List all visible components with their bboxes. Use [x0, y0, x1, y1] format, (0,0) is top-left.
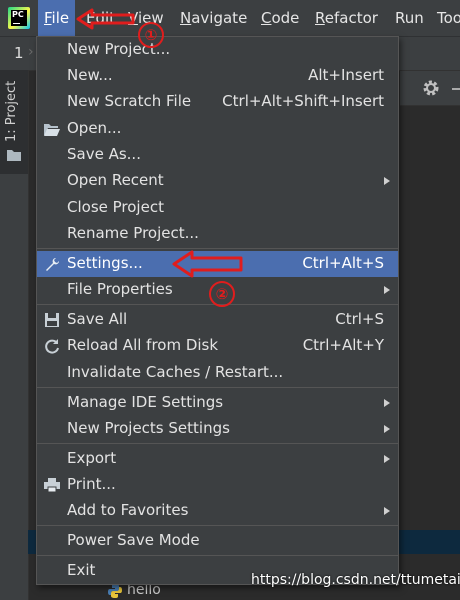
menu-row-close-project[interactable]: Close Project — [37, 195, 398, 221]
menu-separator — [37, 443, 398, 444]
submenu-arrow-icon — [384, 455, 390, 463]
file-menu-dropdown: New Project... New... Alt+Insert New Scr… — [36, 36, 399, 585]
submenu-arrow-icon — [384, 507, 390, 515]
submenu-arrow-icon — [384, 286, 390, 294]
menu-row-add-to-favorites[interactable]: Add to Favorites — [37, 498, 398, 524]
menu-separator — [37, 387, 398, 388]
menu-row-label: New Projects Settings — [67, 419, 230, 437]
submenu-arrow-icon — [384, 177, 390, 185]
menu-bar: PC File Edit View Navigate Code Refactor… — [0, 0, 460, 37]
menu-row-shortcut: Ctrl+Alt+S — [302, 254, 384, 272]
menu-row-label: File Properties — [67, 280, 173, 298]
menu-row-label: Reload All from Disk — [67, 336, 219, 354]
menu-row-label: Invalidate Caches / Restart... — [67, 363, 284, 381]
menu-separator — [37, 525, 398, 526]
annotation-arrow-icon — [172, 250, 243, 278]
gear-icon[interactable] — [422, 79, 440, 97]
menu-row-label: Exit — [67, 561, 96, 579]
submenu-arrow-icon — [384, 399, 390, 407]
menu-row-reload-all[interactable]: Reload All from Disk Ctrl+Alt+Y — [37, 333, 398, 359]
open-folder-icon — [44, 124, 60, 136]
breadcrumb-chevron-icon: › — [28, 44, 34, 60]
menu-row-label: Close Project — [67, 198, 164, 216]
project-tab-label: 1: Project — [4, 80, 19, 142]
menu-row-power-save-mode[interactable]: Power Save Mode — [37, 528, 398, 554]
menu-row-label: New Scratch File — [67, 92, 192, 110]
submenu-arrow-icon — [384, 425, 390, 433]
menu-separator — [37, 555, 398, 556]
printer-icon — [44, 478, 60, 493]
menu-row-label: Settings... — [67, 254, 143, 272]
menu-row-save-as[interactable]: Save As... — [37, 142, 398, 168]
menu-row-shortcut: Ctrl+Alt+Y — [302, 336, 384, 354]
menu-row-new-projects-settings[interactable]: New Projects Settings — [37, 416, 398, 442]
menu-row-shortcut: Ctrl+Alt+Shift+Insert — [222, 92, 384, 110]
menu-row-open[interactable]: Open... — [37, 116, 398, 142]
menu-row-label: Export — [67, 449, 117, 467]
menu-row-new-scratch-file[interactable]: New Scratch File Ctrl+Alt+Shift+Insert — [37, 89, 398, 115]
menu-row-export[interactable]: Export — [37, 446, 398, 472]
annotation-step-1-badge: ① — [138, 22, 164, 48]
menu-row-label: New... — [67, 66, 113, 84]
hide-panel-icon[interactable] — [452, 88, 460, 90]
reload-icon — [45, 339, 59, 354]
wrench-icon — [46, 258, 59, 271]
menu-row-shortcut: Ctrl+S — [335, 310, 384, 328]
menu-row-invalidate-caches[interactable]: Invalidate Caches / Restart... — [37, 360, 398, 386]
menu-code[interactable]: Code — [261, 0, 299, 36]
menu-row-label: Open Recent — [67, 171, 164, 189]
menu-file[interactable]: File — [38, 0, 76, 36]
menu-row-manage-ide-settings[interactable]: Manage IDE Settings — [37, 390, 398, 416]
menu-navigate[interactable]: Navigate — [180, 0, 247, 36]
watermark: https://blog.csdn.net/ttumetai — [251, 572, 460, 588]
menu-tools[interactable]: Too — [437, 0, 460, 36]
folder-icon — [7, 150, 21, 161]
menu-row-label: Open... — [67, 119, 122, 137]
annotation-step-2-badge: ② — [209, 281, 235, 307]
menu-row-save-all[interactable]: Save All Ctrl+S — [37, 307, 398, 333]
python-file-icon — [108, 584, 122, 598]
menu-row-label: Manage IDE Settings — [67, 393, 224, 411]
menu-row-label: Save As... — [67, 145, 141, 163]
menu-row-new[interactable]: New... Alt+Insert — [37, 63, 398, 89]
annotation-arrow-icon — [76, 8, 135, 30]
menu-row-label: Save All — [67, 310, 128, 328]
menu-row-label: Power Save Mode — [67, 531, 200, 549]
menu-row-rename-project[interactable]: Rename Project... — [37, 221, 398, 247]
menu-refactor[interactable]: Refactor — [315, 0, 378, 36]
pycharm-logo-icon[interactable]: PC — [8, 7, 30, 29]
menu-row-shortcut: Alt+Insert — [308, 66, 384, 84]
menu-row-label: Print... — [67, 475, 116, 493]
menu-run[interactable]: Run — [395, 0, 424, 36]
menu-row-new-project[interactable]: New Project... — [37, 37, 398, 63]
menu-separator — [37, 248, 398, 249]
menu-row-open-recent[interactable]: Open Recent — [37, 168, 398, 194]
menu-row-label: Rename Project... — [67, 224, 199, 242]
menu-row-label: Add to Favorites — [67, 501, 189, 519]
menu-row-print[interactable]: Print... — [37, 472, 398, 498]
save-icon — [45, 313, 59, 327]
